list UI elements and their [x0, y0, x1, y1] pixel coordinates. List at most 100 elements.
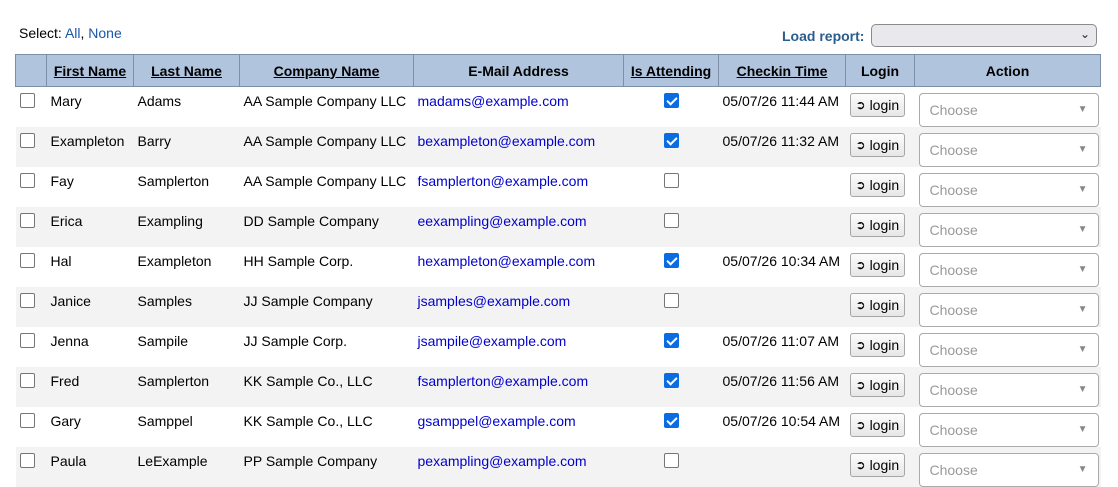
- email-cell: pexampling@example.com: [413, 447, 624, 487]
- attending-checkbox[interactable]: [663, 373, 679, 388]
- attending-cell: [624, 167, 719, 207]
- row-select-checkbox[interactable]: [19, 293, 35, 308]
- row-select-checkbox[interactable]: [19, 133, 35, 148]
- action-select[interactable]: Choose ▼: [918, 373, 1099, 407]
- action-cell: Choose ▼: [915, 87, 1101, 127]
- header-checkin-time[interactable]: Checkin Time: [718, 54, 846, 87]
- attending-cell: [623, 447, 719, 487]
- last-name-cell: Samples: [133, 287, 240, 327]
- table-row: Janice Samples JJ Sample Company jsamples@e…: [15, 287, 1101, 327]
- attending-checkbox[interactable]: [663, 93, 679, 108]
- header-last-name[interactable]: Last Name: [133, 54, 240, 87]
- login-button[interactable]: ➲ login: [849, 293, 906, 317]
- sign-in-icon: ➲: [855, 458, 866, 472]
- action-cell: Choose ▼: [914, 207, 1101, 247]
- attending-checkbox[interactable]: [663, 293, 679, 308]
- select-all-link[interactable]: All: [65, 25, 81, 41]
- login-button[interactable]: ➲ login: [849, 333, 906, 357]
- attending-checkbox[interactable]: [663, 213, 679, 228]
- action-select-placeholder: Choose: [929, 342, 978, 358]
- login-button[interactable]: ➲ login: [849, 373, 906, 397]
- action-select[interactable]: Choose ▼: [918, 253, 1099, 287]
- attending-checkbox[interactable]: [663, 333, 679, 348]
- row-select-checkbox[interactable]: [19, 93, 35, 108]
- last-name-cell: Barry: [133, 127, 240, 167]
- row-select-cell: [16, 247, 47, 287]
- triangle-down-icon: ▼: [1077, 184, 1088, 195]
- action-cell: Choose ▼: [915, 407, 1101, 447]
- first-name-cell: Hal: [50, 253, 72, 269]
- table-row: Erica Exampling DD Sample Company eexamplin…: [15, 207, 1101, 247]
- login-button[interactable]: ➲ login: [849, 413, 906, 437]
- row-select-cell: [16, 87, 47, 128]
- first-name-cell: Fred: [46, 367, 134, 407]
- action-select-placeholder: Choose: [929, 262, 978, 278]
- action-select[interactable]: Choose ▼: [918, 133, 1099, 167]
- action-select[interactable]: Choose ▼: [918, 453, 1099, 487]
- attending-checkbox[interactable]: [663, 413, 679, 428]
- header-is-attending[interactable]: Is Attending: [623, 54, 719, 87]
- action-cell: Choose ▼: [914, 127, 1101, 167]
- login-button[interactable]: ➲ login: [849, 93, 906, 117]
- action-select[interactable]: Choose ▼: [918, 413, 1099, 447]
- company-cell: AA Sample Company LLC: [243, 173, 407, 189]
- attending-checkbox[interactable]: [663, 253, 679, 268]
- row-select-checkbox[interactable]: [19, 213, 35, 228]
- login-button[interactable]: ➲ login: [849, 133, 906, 157]
- load-report-select[interactable]: ⌄: [871, 24, 1097, 47]
- checkin-time-cell: [718, 447, 846, 487]
- action-select-placeholder: Choose: [929, 462, 978, 478]
- last-name-cell: Samplerton: [137, 173, 210, 189]
- sign-in-icon: ➲: [855, 138, 866, 152]
- action-cell: Choose ▼: [915, 247, 1101, 287]
- row-select-checkbox[interactable]: [19, 413, 35, 428]
- attending-checkbox[interactable]: [663, 173, 679, 188]
- attending-cell: [623, 367, 719, 407]
- login-button[interactable]: ➲ login: [849, 173, 906, 197]
- table-row: Fred Samplerton KK Sample Co., LLC fsampler…: [15, 367, 1101, 407]
- checkin-time-cell: [718, 287, 846, 327]
- select-none-link[interactable]: None: [88, 25, 121, 41]
- action-select[interactable]: Choose ▼: [918, 293, 1099, 327]
- row-select-checkbox[interactable]: [19, 453, 35, 468]
- attending-checkbox[interactable]: [663, 133, 679, 148]
- login-button[interactable]: ➲ login: [849, 453, 906, 477]
- sign-in-icon: ➲: [855, 178, 866, 192]
- last-name-cell: Samplerton: [133, 367, 240, 407]
- email-cell: jsampile@example.com: [417, 333, 567, 349]
- login-button[interactable]: ➲ login: [849, 253, 906, 277]
- triangle-down-icon: ▼: [1077, 264, 1088, 275]
- attending-checkbox[interactable]: [663, 453, 679, 468]
- header-company-name[interactable]: Company Name: [239, 54, 414, 87]
- row-select-checkbox[interactable]: [19, 333, 35, 348]
- attending-cell: [623, 127, 719, 167]
- login-button[interactable]: ➲ login: [849, 213, 906, 237]
- row-select-cell: [15, 447, 47, 487]
- action-select[interactable]: Choose ▼: [918, 93, 1099, 127]
- login-button-label: login: [869, 377, 900, 393]
- action-select-placeholder: Choose: [929, 422, 978, 438]
- action-select[interactable]: Choose ▼: [918, 213, 1099, 247]
- attending-cell: [623, 207, 719, 247]
- email-cell: gsamppel@example.com: [417, 413, 576, 429]
- login-button-label: login: [869, 217, 900, 233]
- action-select[interactable]: Choose ▼: [918, 333, 1099, 367]
- triangle-down-icon: ▼: [1077, 464, 1088, 475]
- triangle-down-icon: ▼: [1077, 224, 1088, 235]
- first-name-cell: Mary: [50, 93, 82, 109]
- action-select-placeholder: Choose: [929, 302, 978, 318]
- triangle-down-icon: ▼: [1077, 304, 1088, 315]
- triangle-down-icon: ▼: [1077, 144, 1088, 155]
- email-cell: fsamplerton@example.com: [413, 367, 624, 407]
- row-select-checkbox[interactable]: [19, 253, 35, 268]
- table-row: Mary Adams AA Sample Company LLC madams@exa…: [16, 87, 1101, 128]
- row-select-checkbox[interactable]: [19, 373, 35, 388]
- row-select-checkbox[interactable]: [19, 173, 35, 188]
- first-name-cell: Jenna: [50, 333, 89, 349]
- action-select[interactable]: Choose ▼: [918, 173, 1099, 207]
- triangle-down-icon: ▼: [1077, 104, 1088, 115]
- header-first-name[interactable]: First Name: [46, 54, 134, 87]
- action-cell: Choose ▼: [915, 327, 1101, 367]
- email-cell: jsamples@example.com: [413, 287, 624, 327]
- last-name-cell: Exampleton: [137, 253, 212, 269]
